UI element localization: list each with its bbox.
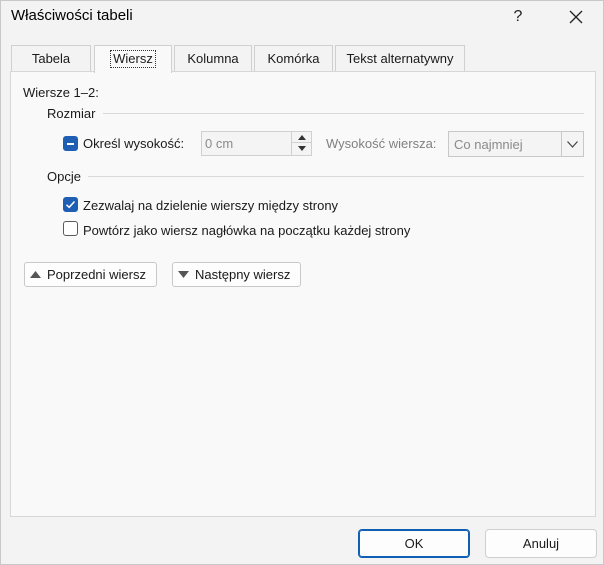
rows-range-label: Wiersze 1–2: <box>23 85 99 100</box>
row-height-mode-select[interactable]: Co najmniej <box>448 131 584 157</box>
table-properties-dialog: Właściwości tabeli ? Tabela Wiersz Kolum… <box>0 0 604 565</box>
tab-column[interactable]: Kolumna <box>174 45 252 72</box>
tab-row[interactable]: Wiersz <box>94 45 172 73</box>
previous-row-button[interactable]: Poprzedni wiersz <box>24 262 157 287</box>
size-group-divider <box>103 113 584 114</box>
next-row-label: Następny wiersz <box>195 267 291 282</box>
row-height-mode-value: Co najmniej <box>454 137 523 152</box>
options-group-title: Opcje <box>47 169 81 184</box>
checkmark-icon <box>65 200 76 209</box>
tab-table[interactable]: Tabela <box>11 45 91 72</box>
tab-alt-text[interactable]: Tekst alternatywny <box>335 45 465 72</box>
spin-up-icon <box>297 134 306 140</box>
tab-alt-text-label: Tekst alternatywny <box>346 51 454 66</box>
close-icon <box>569 10 583 24</box>
cancel-button[interactable]: Anuluj <box>485 529 597 558</box>
specify-height-label: Określ wysokość: <box>83 136 185 151</box>
close-button[interactable] <box>553 1 599 33</box>
allow-row-break-checkbox[interactable] <box>63 197 78 212</box>
tab-column-label: Kolumna <box>187 51 239 66</box>
repeat-header-row-label: Powtórz jako wiersz nagłówka na początku… <box>83 223 411 238</box>
row-height-mode-dropdown-button[interactable] <box>561 132 583 156</box>
triangle-down-icon <box>178 271 189 278</box>
options-group-divider <box>88 176 584 177</box>
tab-row-label: Wiersz <box>110 50 156 68</box>
spin-down-icon <box>297 146 306 151</box>
chevron-down-icon <box>567 140 578 148</box>
dialog-title: Właściwości tabeli <box>11 7 133 24</box>
spin-up-button[interactable] <box>292 132 311 143</box>
size-group-title: Rozmiar <box>47 106 96 121</box>
title-bar: Właściwości tabeli ? <box>1 1 603 33</box>
tab-table-label: Tabela <box>31 51 71 66</box>
height-spinner[interactable]: 0 cm <box>201 131 312 156</box>
help-icon: ? <box>513 8 523 25</box>
allow-row-break-label: Zezwalaj na dzielenie wierszy między str… <box>83 198 339 213</box>
triangle-up-icon <box>30 271 41 278</box>
tab-cell[interactable]: Komórka <box>254 45 333 72</box>
spin-down-button[interactable] <box>292 143 311 154</box>
ok-button[interactable]: OK <box>358 529 470 558</box>
tab-cell-label: Komórka <box>267 51 320 66</box>
cancel-label: Anuluj <box>522 536 560 551</box>
next-row-button[interactable]: Następny wiersz <box>172 262 301 287</box>
row-height-label: Wysokość wiersza: <box>326 136 437 151</box>
ok-label: OK <box>404 536 424 551</box>
height-value: 0 cm <box>205 136 234 151</box>
help-button[interactable]: ? <box>495 1 541 33</box>
spinner-arrows <box>291 132 311 155</box>
repeat-header-row-checkbox[interactable] <box>63 221 78 236</box>
previous-row-label: Poprzedni wiersz <box>47 267 146 282</box>
specify-height-checkbox[interactable] <box>63 136 78 151</box>
